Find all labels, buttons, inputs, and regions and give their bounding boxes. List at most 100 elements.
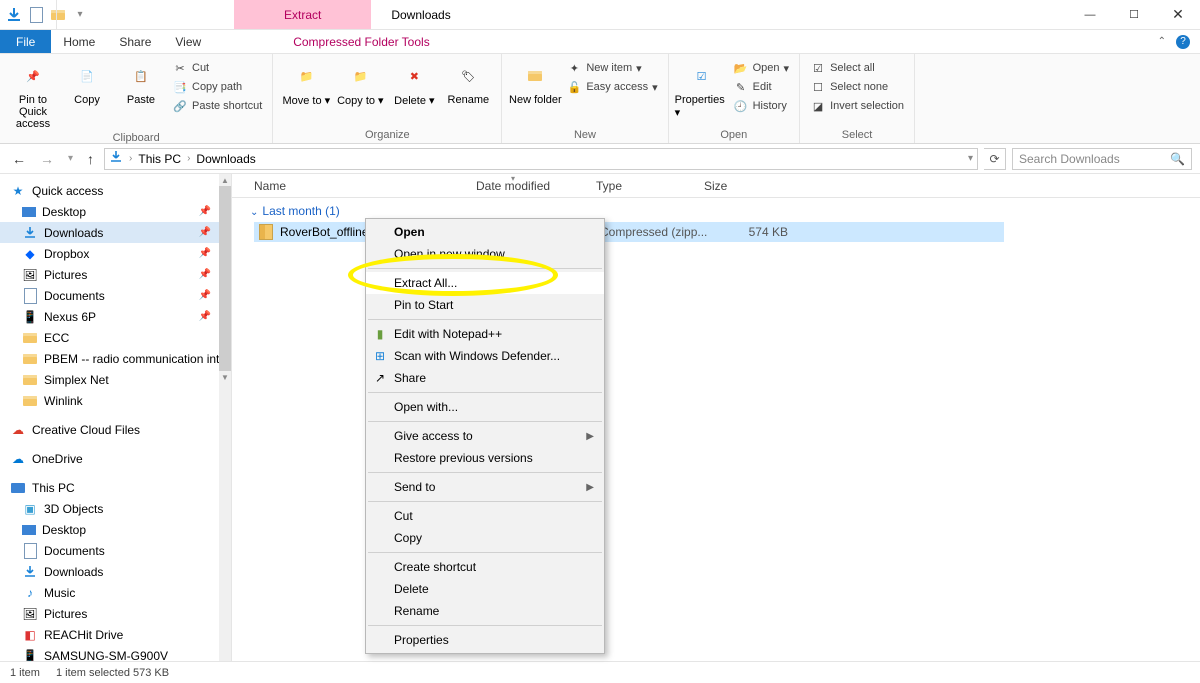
cut-button[interactable]: ✂Cut [172, 60, 262, 76]
sidebar-item-3dobjects[interactable]: ▣3D Objects [0, 498, 231, 519]
sidebar-creative-cloud[interactable]: ☁Creative Cloud Files [0, 419, 231, 440]
tab-view[interactable]: View [163, 30, 213, 53]
ctx-open-with[interactable]: Open with... [366, 396, 604, 418]
ctx-properties[interactable]: Properties [366, 629, 604, 651]
qat-newfolder-icon[interactable] [50, 7, 66, 23]
share-icon: ↗ [372, 370, 388, 386]
sidebar-item-desktop-pc[interactable]: Desktop [0, 519, 231, 540]
sidebar-scrollbar[interactable]: ▲▼ [219, 174, 231, 661]
select-none-button[interactable]: ☐Select none [810, 79, 904, 95]
close-button[interactable]: ✕ [1156, 0, 1200, 29]
search-icon: 🔍 [1170, 152, 1185, 166]
downloads-app-icon [6, 7, 22, 23]
minimize-button[interactable]: — [1068, 0, 1112, 29]
nav-recent-button[interactable]: ▾ [64, 153, 77, 164]
edit-button[interactable]: ✎Edit [733, 79, 789, 95]
tab-share[interactable]: Share [107, 30, 163, 53]
easy-access-button[interactable]: 🔓Easy access ▾ [566, 79, 657, 95]
sidebar-item-pbem[interactable]: PBEM -- radio communication integrati [0, 348, 231, 369]
new-item-button[interactable]: ✦New item ▾ [566, 60, 657, 76]
ctx-delete[interactable]: Delete [366, 578, 604, 600]
tab-file[interactable]: File [0, 30, 51, 53]
move-to-button[interactable]: 📁Move to ▾ [279, 56, 333, 107]
sidebar-item-pictures-pc[interactable]: 🖼Pictures [0, 603, 231, 624]
ctx-open[interactable]: Open [366, 221, 604, 243]
select-all-button[interactable]: ☑Select all [810, 60, 904, 76]
paste-button[interactable]: 📋Paste [114, 56, 168, 106]
sidebar-this-pc[interactable]: This PC [0, 477, 231, 498]
sidebar-item-nexus6p[interactable]: 📱Nexus 6P📌 [0, 306, 231, 327]
file-size: 574 KB [708, 225, 788, 239]
ribbon-toggle-icon[interactable]: ⌃ [1158, 36, 1166, 47]
column-name[interactable]: Name [254, 179, 476, 193]
sidebar-item-desktop[interactable]: Desktop📌 [0, 201, 231, 222]
paste-shortcut-button[interactable]: 🔗Paste shortcut [172, 98, 262, 114]
invert-selection-button[interactable]: ◪Invert selection [810, 98, 904, 114]
ctx-scan-defender[interactable]: ⊞Scan with Windows Defender... [366, 345, 604, 367]
ctx-open-new-window[interactable]: Open in new window [366, 243, 604, 265]
ctx-copy[interactable]: Copy [366, 527, 604, 549]
sidebar-onedrive[interactable]: ☁OneDrive [0, 448, 231, 469]
maximize-button[interactable]: ☐ [1112, 0, 1156, 29]
sidebar-item-documents-pc[interactable]: Documents [0, 540, 231, 561]
sidebar-item-winlink[interactable]: Winlink [0, 390, 231, 411]
refresh-button[interactable]: ⟳ [984, 148, 1006, 170]
new-folder-button[interactable]: New folder [508, 56, 562, 106]
ctx-extract-all[interactable]: Extract All... [366, 272, 604, 294]
ctx-share[interactable]: ↗Share [366, 367, 604, 389]
nav-up-button[interactable]: ↑ [83, 151, 98, 167]
sidebar-item-downloads[interactable]: Downloads📌 [0, 222, 231, 243]
history-button[interactable]: 🕘History [733, 98, 789, 114]
ctx-cut[interactable]: Cut [366, 505, 604, 527]
copy-to-button[interactable]: 📁Copy to ▾ [333, 56, 387, 107]
sidebar-item-music[interactable]: ♪Music [0, 582, 231, 603]
rename-button[interactable]: 🏷Rename [441, 56, 495, 106]
sidebar-item-ecc[interactable]: ECC [0, 327, 231, 348]
context-menu: Open Open in new window Extract All... P… [365, 218, 605, 654]
qat-dropdown-icon[interactable]: ▾ [72, 7, 88, 23]
ctx-restore-versions[interactable]: Restore previous versions [366, 447, 604, 469]
sidebar-item-downloads-pc[interactable]: Downloads [0, 561, 231, 582]
sidebar-quick-access[interactable]: ★Quick access [0, 180, 231, 201]
submenu-arrow-icon: ▶ [586, 431, 594, 442]
column-date[interactable]: Date modified [476, 179, 596, 193]
status-item-count: 1 item [10, 667, 40, 679]
qat-properties-icon[interactable] [28, 7, 44, 23]
sidebar-item-samsung[interactable]: 📱SAMSUNG-SM-G900V [0, 645, 231, 661]
column-type[interactable]: Type [596, 179, 704, 193]
breadcrumb-dropdown-icon[interactable]: ▾ [968, 153, 973, 164]
contextual-tab-extract[interactable]: Extract [234, 0, 371, 29]
sidebar-item-pictures[interactable]: 🖼Pictures📌 [0, 264, 231, 285]
pin-quick-access-button[interactable]: 📌Pin to Quick access [6, 56, 60, 130]
delete-button[interactable]: ✖Delete ▾ [387, 56, 441, 107]
ctx-edit-notepadpp[interactable]: ▮Edit with Notepad++ [366, 323, 604, 345]
breadcrumb[interactable]: › This PC › Downloads ▾ [104, 148, 978, 170]
zip-file-icon [258, 224, 274, 240]
ctx-give-access[interactable]: Give access to▶ [366, 425, 604, 447]
breadcrumb-downloads[interactable]: Downloads [196, 152, 255, 166]
nav-forward-button[interactable]: → [36, 151, 58, 167]
open-button[interactable]: 📂Open ▾ [733, 60, 789, 76]
navigation-pane[interactable]: ★Quick access Desktop📌 Downloads📌 ◆Dropb… [0, 174, 232, 661]
help-icon[interactable]: ? [1176, 35, 1190, 49]
window-title: Downloads [371, 0, 450, 29]
search-input[interactable]: Search Downloads 🔍 [1012, 148, 1192, 170]
group-organize-label: Organize [279, 127, 495, 143]
ctx-send-to[interactable]: Send to▶ [366, 476, 604, 498]
nav-back-button[interactable]: ← [8, 151, 30, 167]
sidebar-item-reachit[interactable]: ◧REACHit Drive [0, 624, 231, 645]
sidebar-item-simplex[interactable]: Simplex Net [0, 369, 231, 390]
ctx-create-shortcut[interactable]: Create shortcut [366, 556, 604, 578]
ctx-rename[interactable]: Rename [366, 600, 604, 622]
column-size[interactable]: Size [704, 179, 784, 193]
group-select-label: Select [806, 127, 908, 143]
copy-button[interactable]: 📄Copy [60, 56, 114, 106]
sidebar-item-documents[interactable]: Documents📌 [0, 285, 231, 306]
tab-compressed-tools[interactable]: Compressed Folder Tools [281, 30, 442, 53]
ctx-pin-start[interactable]: Pin to Start [366, 294, 604, 316]
sidebar-item-dropbox[interactable]: ◆Dropbox📌 [0, 243, 231, 264]
breadcrumb-thispc[interactable]: This PC [138, 152, 181, 166]
copy-path-button[interactable]: 📑Copy path [172, 79, 262, 95]
properties-button[interactable]: ☑Properties ▾ [675, 56, 729, 119]
tab-home[interactable]: Home [51, 30, 107, 53]
